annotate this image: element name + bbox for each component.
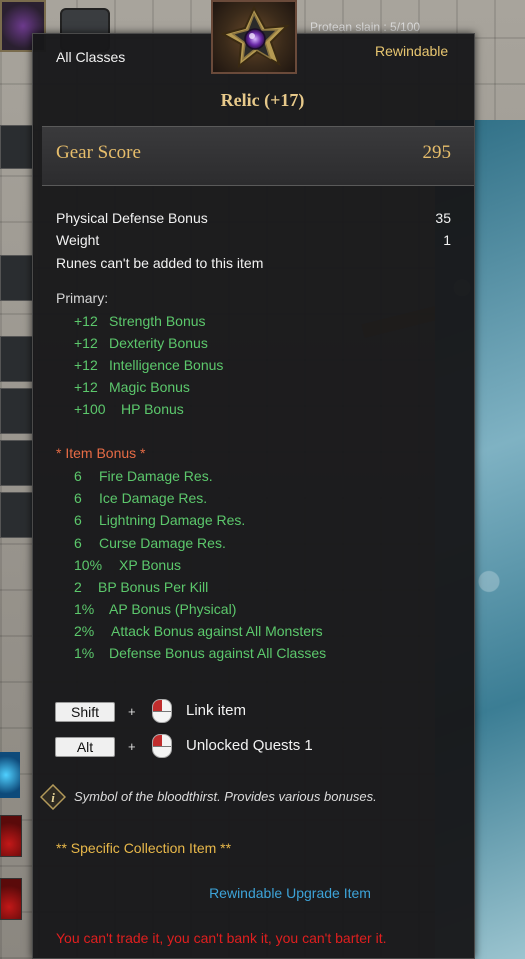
bonus-value: 6	[74, 490, 82, 506]
primary-stat-name: Dexterity Bonus	[109, 335, 208, 351]
bonus-value: 6	[74, 468, 82, 484]
trade-restriction-warning: You can't trade it, you can't bank it, y…	[56, 930, 387, 946]
hud-slot[interactable]	[0, 440, 34, 486]
primary-stat-name: Magic Bonus	[109, 379, 190, 395]
left-hud-strip	[0, 0, 46, 959]
hud-slot[interactable]	[0, 388, 34, 434]
bonus-name: BP Bonus Per Kill	[98, 579, 209, 595]
bonus-name: Ice Damage Res.	[99, 490, 208, 506]
primary-stat-value: +12	[74, 357, 98, 373]
mouse-left-click-icon	[152, 699, 172, 723]
bonus-value: 1%	[74, 601, 95, 617]
item-description: Symbol of the bloodthirst. Provides vari…	[74, 789, 377, 804]
primary-stat-name: Strength Bonus	[109, 313, 206, 329]
rewindable-tag: Rewindable	[375, 43, 449, 59]
primary-stat-value: +100	[74, 401, 106, 417]
shift-key-hint: Shift	[55, 702, 115, 722]
primary-heading: Primary:	[56, 290, 109, 306]
primary-stat-value: +12	[74, 379, 98, 395]
skill-orb-icon[interactable]	[0, 752, 20, 798]
relic-emblem-icon	[211, 0, 297, 74]
alt-key-hint: Alt	[55, 737, 115, 757]
primary-stat-name: HP Bonus	[121, 401, 184, 417]
primary-stat-value: +12	[74, 335, 98, 351]
hud-slot[interactable]	[0, 125, 34, 169]
bonus-value: 2	[74, 579, 82, 595]
mouse-left-click-icon	[152, 734, 172, 758]
bonus-value: 6	[74, 512, 82, 528]
bonus-value: 10%	[74, 557, 103, 573]
hud-slot[interactable]	[0, 255, 34, 301]
link-item-action[interactable]: Link item	[186, 702, 246, 719]
stat-label: Physical Defense Bonus	[56, 210, 208, 226]
stat-label: Weight	[56, 232, 100, 248]
svg-text:i: i	[51, 790, 55, 805]
item-bonus-heading: * Item Bonus *	[56, 445, 146, 461]
gear-score-value: 295	[422, 142, 452, 163]
bonus-name: Fire Damage Res.	[99, 468, 213, 484]
stat-label: Runes can't be added to this item	[56, 255, 264, 271]
bonus-value: 2%	[74, 623, 95, 639]
stat-value: 35	[435, 210, 451, 226]
bonus-name: Attack Bonus against All Monsters	[111, 623, 323, 639]
hp-potion-icon[interactable]	[0, 815, 22, 857]
primary-stat-value: +12	[74, 313, 98, 329]
bonus-name: Defense Bonus against All Classes	[109, 645, 327, 661]
primary-stat-name: Intelligence Bonus	[109, 357, 224, 373]
relic-emblem-graphic	[220, 5, 290, 69]
bonus-name: Curse Damage Res.	[99, 535, 226, 551]
info-icon: i	[39, 783, 67, 811]
bonus-name: Lightning Damage Res.	[99, 512, 246, 528]
unlocked-quests-action[interactable]: Unlocked Quests 1	[186, 737, 313, 754]
hud-slot[interactable]	[0, 336, 34, 382]
plus-sign: +	[128, 739, 136, 754]
gear-score-label: Gear Score	[56, 142, 141, 163]
class-requirement: All Classes	[56, 49, 126, 65]
bonus-name: XP Bonus	[119, 557, 182, 573]
hud-slot[interactable]	[0, 492, 34, 538]
collection-tag: ** Specific Collection Item **	[56, 840, 232, 856]
bonus-value: 1%	[74, 645, 95, 661]
stat-value: 1	[443, 232, 451, 248]
item-name: Relic (+17)	[220, 90, 305, 110]
rewindable-upgrade-tag: Rewindable Upgrade Item	[209, 885, 371, 901]
plus-sign: +	[128, 704, 136, 719]
bonus-value: 6	[74, 535, 82, 551]
bonus-name: AP Bonus (Physical)	[109, 601, 237, 617]
